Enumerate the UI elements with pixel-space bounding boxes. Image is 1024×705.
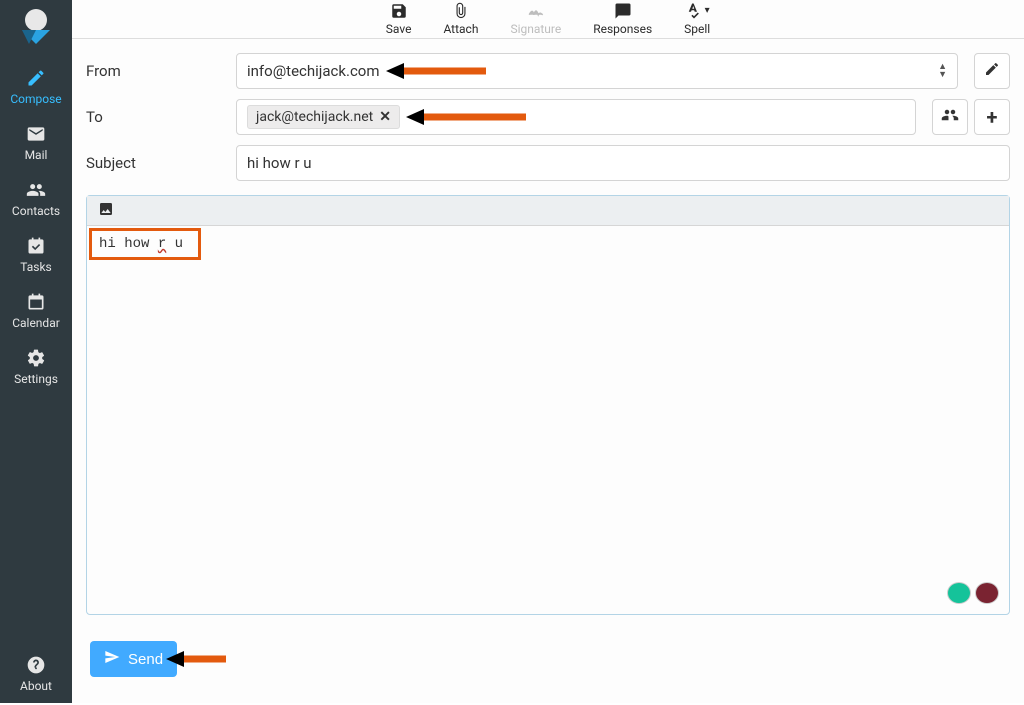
- editor-body[interactable]: hi how r u: [87, 226, 1009, 614]
- send-icon: [104, 649, 120, 669]
- grammarly-icon[interactable]: [947, 582, 971, 604]
- compose-toolbar: Save Attach Signature Responses ▾ Sp: [72, 0, 1024, 39]
- sidebar-label-about: About: [20, 679, 52, 693]
- sidebar-item-settings[interactable]: Settings: [0, 340, 72, 396]
- sidebar: Compose Mail Contacts Tasks Calendar Set…: [0, 0, 72, 703]
- mail-icon: [26, 124, 46, 144]
- about-icon: [26, 655, 46, 675]
- editor-toolbar: [87, 196, 1009, 226]
- compose-icon: [26, 68, 46, 88]
- tasks-icon: [26, 236, 46, 256]
- responses-button[interactable]: Responses: [587, 0, 658, 38]
- send-bar: Send: [86, 641, 1010, 691]
- settings-icon: [26, 348, 46, 368]
- calendar-icon: [26, 292, 46, 312]
- compose-form: From info@techijack.com ▲▼ To: [72, 39, 1024, 705]
- to-recipient-chip[interactable]: jack@techijack.net ✕: [247, 105, 400, 129]
- sidebar-item-calendar[interactable]: Calendar: [0, 284, 72, 340]
- extension-icon[interactable]: [975, 582, 999, 604]
- subject-input[interactable]: hi how r u: [236, 145, 1010, 181]
- sidebar-label-mail: Mail: [25, 148, 48, 162]
- from-row: From info@techijack.com ▲▼: [86, 53, 1010, 89]
- chevron-down-icon: ▾: [705, 6, 710, 16]
- responses-label: Responses: [593, 22, 652, 36]
- to-input[interactable]: jack@techijack.net ✕: [236, 99, 916, 135]
- edit-identity-button[interactable]: [974, 53, 1010, 89]
- from-select[interactable]: info@techijack.com ▲▼: [236, 53, 958, 89]
- sidebar-item-about[interactable]: About: [0, 647, 72, 703]
- sidebar-label-calendar: Calendar: [12, 316, 60, 330]
- sidebar-label-contacts: Contacts: [12, 204, 60, 218]
- sidebar-label-compose: Compose: [10, 92, 61, 106]
- signature-label: Signature: [510, 22, 561, 36]
- chip-remove-icon[interactable]: ✕: [379, 109, 391, 125]
- attach-icon: [452, 2, 470, 20]
- subject-row: Subject hi how r u: [86, 145, 1010, 181]
- contacts-icon: [26, 180, 46, 200]
- signature-icon: [527, 2, 545, 20]
- from-value: info@techijack.com: [247, 62, 380, 80]
- spell-button[interactable]: ▾ Spell: [678, 0, 716, 38]
- save-button[interactable]: Save: [380, 0, 418, 38]
- sidebar-item-compose[interactable]: Compose: [0, 60, 72, 116]
- main-area: Save Attach Signature Responses ▾ Sp: [72, 0, 1024, 703]
- save-label: Save: [386, 22, 412, 36]
- subject-value: hi how r u: [247, 154, 312, 172]
- sidebar-label-tasks: Tasks: [20, 260, 52, 274]
- from-label: From: [86, 62, 226, 80]
- sidebar-item-tasks[interactable]: Tasks: [0, 228, 72, 284]
- add-contact-button[interactable]: [932, 99, 968, 135]
- responses-icon: [614, 2, 632, 20]
- app-logo: [16, 6, 56, 46]
- editor-word-1: how: [124, 236, 149, 252]
- from-updown-icon: ▲▼: [938, 63, 947, 79]
- editor-status-badges: [947, 582, 999, 604]
- editor-word-2-spellerror: r: [158, 236, 166, 252]
- sidebar-label-settings: Settings: [14, 372, 58, 386]
- editor-word-3: u: [175, 236, 183, 252]
- plus-icon: +: [987, 105, 998, 129]
- editor-word-0: hi: [99, 236, 116, 252]
- attach-button[interactable]: Attach: [437, 0, 484, 38]
- send-button[interactable]: Send: [90, 641, 177, 677]
- save-icon: [390, 2, 408, 20]
- to-chip-text: jack@techijack.net: [256, 109, 373, 125]
- to-label: To: [86, 108, 226, 126]
- sidebar-item-contacts[interactable]: Contacts: [0, 172, 72, 228]
- image-icon[interactable]: [97, 201, 115, 221]
- to-row: To jack@techijack.net ✕ +: [86, 99, 1010, 135]
- message-editor[interactable]: hi how r u: [86, 195, 1010, 615]
- spell-label: Spell: [684, 22, 710, 36]
- attach-label: Attach: [443, 22, 478, 36]
- contacts-add-icon: [941, 106, 959, 128]
- spell-icon: ▾: [685, 2, 710, 20]
- signature-button[interactable]: Signature: [504, 0, 567, 38]
- add-field-button[interactable]: +: [974, 99, 1010, 135]
- send-label: Send: [128, 651, 163, 668]
- pencil-icon: [984, 61, 1000, 81]
- sidebar-item-mail[interactable]: Mail: [0, 116, 72, 172]
- subject-label: Subject: [86, 154, 226, 172]
